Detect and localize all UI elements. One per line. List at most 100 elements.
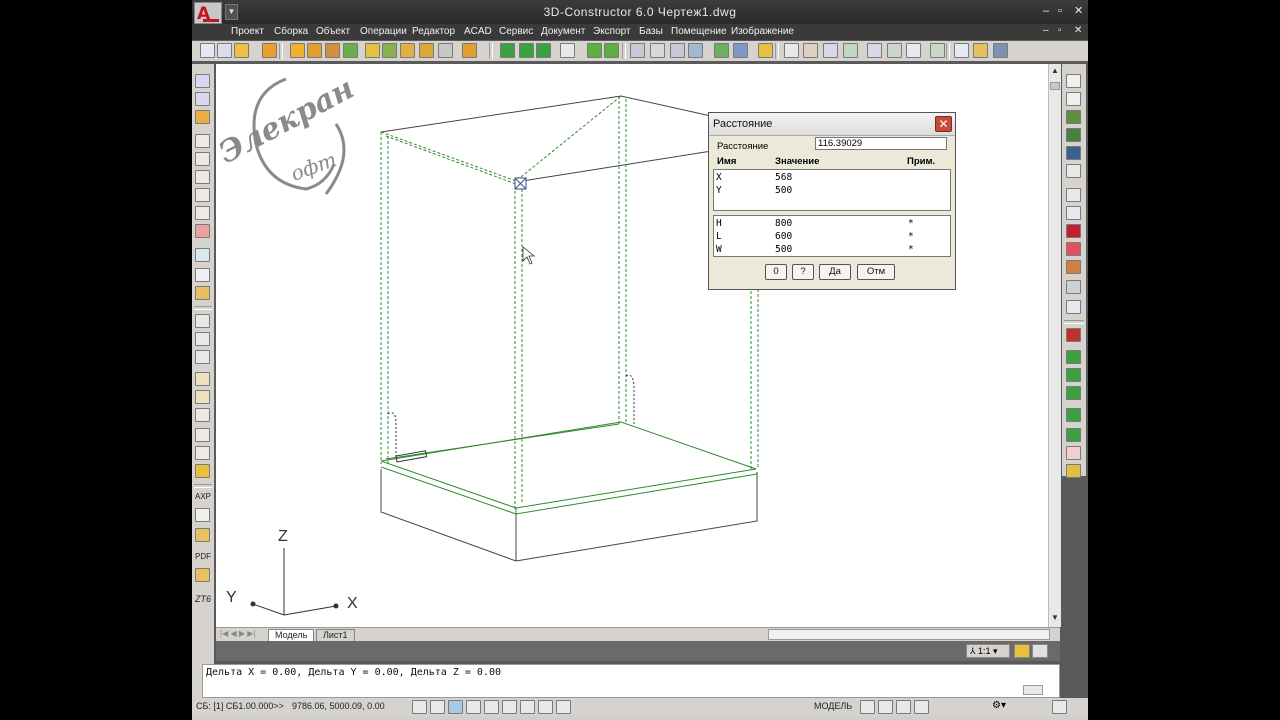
polar-toggle[interactable] [466,700,481,714]
view-top-icon[interactable] [536,43,551,58]
green-tool3-icon[interactable] [1066,386,1081,400]
menu-acad[interactable]: ACAD [464,26,492,37]
facade-icon[interactable] [400,43,415,58]
green-tool2-icon[interactable] [1066,368,1081,382]
pointer-icon[interactable] [195,268,210,282]
ops-icon[interactable] [462,43,477,58]
frame-icon[interactable] [195,332,210,346]
shade-icon[interactable] [714,43,729,58]
nesting-icon[interactable] [843,43,858,58]
align-icon[interactable] [195,408,210,422]
menu-document[interactable]: Документ [541,26,585,37]
snap-toggle[interactable] [412,700,427,714]
zoom-status-icon[interactable] [914,700,929,714]
panel-list-icon[interactable] [1066,128,1081,142]
export-icon[interactable] [823,43,838,58]
coordinate-list[interactable]: X 568 Y 500 [713,169,951,211]
menu-editor[interactable]: Редактор [412,26,455,37]
snap-arc-icon[interactable] [195,188,210,202]
orbit-icon[interactable] [688,43,703,58]
text-tool-icon[interactable] [195,508,210,522]
edit-tool-icon[interactable] [195,286,210,300]
snap-line-icon[interactable] [195,152,210,166]
new-project-icon[interactable] [200,43,215,58]
dimension-icon[interactable] [195,248,210,262]
print-icon[interactable] [195,464,210,478]
cut-icon[interactable] [195,314,210,328]
zero-button[interactable]: 0 [765,264,787,280]
assembly-icon[interactable] [290,43,305,58]
warning-icon[interactable] [1066,446,1081,460]
render-icon[interactable] [604,43,619,58]
otrack-toggle[interactable] [502,700,517,714]
snap-center-icon[interactable] [195,170,210,184]
doc-restore-button[interactable]: ▫ [1058,25,1062,36]
grid-icon[interactable] [560,43,575,58]
command-line[interactable]: Дельта X = 0.00, Дельта Y = 0.00, Дельта… [202,664,1060,698]
help-button[interactable]: ? [792,264,814,280]
ortho-toggle[interactable] [448,700,463,714]
vertical-scrollbar[interactable]: ▲ ▼ [1048,64,1061,627]
scroll-up-icon[interactable]: ▲ [1050,66,1060,76]
snap-perp-icon[interactable] [195,206,210,220]
view-side-icon[interactable] [519,43,534,58]
grid-toggle[interactable] [430,700,445,714]
space-mode[interactable]: МОДЕЛЬ [814,701,852,711]
cmd-scroll[interactable] [1023,685,1043,695]
pdf-button[interactable]: PDF [194,552,212,561]
profile-icon[interactable] [419,43,434,58]
distribute-icon[interactable] [1066,280,1081,294]
tool3-icon[interactable] [195,568,210,582]
menu-export[interactable]: Экспорт [593,26,631,37]
save-project-icon[interactable] [234,43,249,58]
layer-icon[interactable] [587,43,602,58]
pen-icon[interactable] [1066,92,1081,106]
osnap-toggle[interactable] [484,700,499,714]
dash-line2-icon[interactable] [195,446,210,460]
eye-icon[interactable] [1066,188,1081,202]
close-icon[interactable]: ✕ [935,116,952,132]
panel-icon[interactable] [325,43,340,58]
layers-icon[interactable] [1066,110,1081,124]
report-icon[interactable] [867,43,882,58]
restore-button[interactable]: ▫ [1058,5,1062,17]
doc-minimize-button[interactable]: – [1043,25,1049,36]
select-icon[interactable] [1066,74,1081,88]
calc-icon[interactable] [887,43,902,58]
zt-button[interactable]: ZT6 [194,594,212,604]
sheet-icon[interactable] [784,43,799,58]
lwt-toggle[interactable] [556,700,571,714]
annotation-icon[interactable] [1014,644,1030,658]
menu-bases[interactable]: Базы [639,26,663,37]
open-file-icon[interactable] [973,43,988,58]
scale-selector[interactable]: ⅄ 1:1 ▾ [966,644,1010,658]
dyn-toggle[interactable] [538,700,553,714]
close-button[interactable]: ✕ [1074,5,1083,17]
box-icon[interactable] [1066,464,1081,478]
drawer-icon[interactable] [382,43,397,58]
ducs-toggle[interactable] [520,700,535,714]
frame-select-icon[interactable] [1066,224,1081,238]
pan-icon[interactable] [650,43,665,58]
red-tool-icon[interactable] [1066,328,1081,342]
copy-icon[interactable] [1066,260,1081,274]
doc-close-button[interactable]: ✕ [1074,25,1082,36]
cb-icon[interactable] [1066,164,1081,178]
hardware-icon[interactable] [438,43,453,58]
zoom-icon[interactable] [630,43,645,58]
green-tool1-icon[interactable] [1066,350,1081,364]
move-h-icon[interactable] [195,372,210,386]
axp-button[interactable]: AXP [194,492,212,501]
green-tool5-icon[interactable] [1066,428,1081,442]
measure-icon[interactable] [758,43,773,58]
rotate-icon[interactable] [195,350,210,364]
info-icon[interactable] [1066,300,1081,314]
scroll-down-icon[interactable]: ▼ [1050,613,1060,623]
minimize-button[interactable]: – [1043,5,1049,17]
move-icon[interactable] [1066,206,1081,220]
grid-view-icon[interactable] [1066,146,1081,160]
split-icon[interactable] [1066,242,1081,256]
green-tool4-icon[interactable] [1066,408,1081,422]
menu-project[interactable]: Проект [231,26,264,37]
model-icon[interactable] [860,700,875,714]
